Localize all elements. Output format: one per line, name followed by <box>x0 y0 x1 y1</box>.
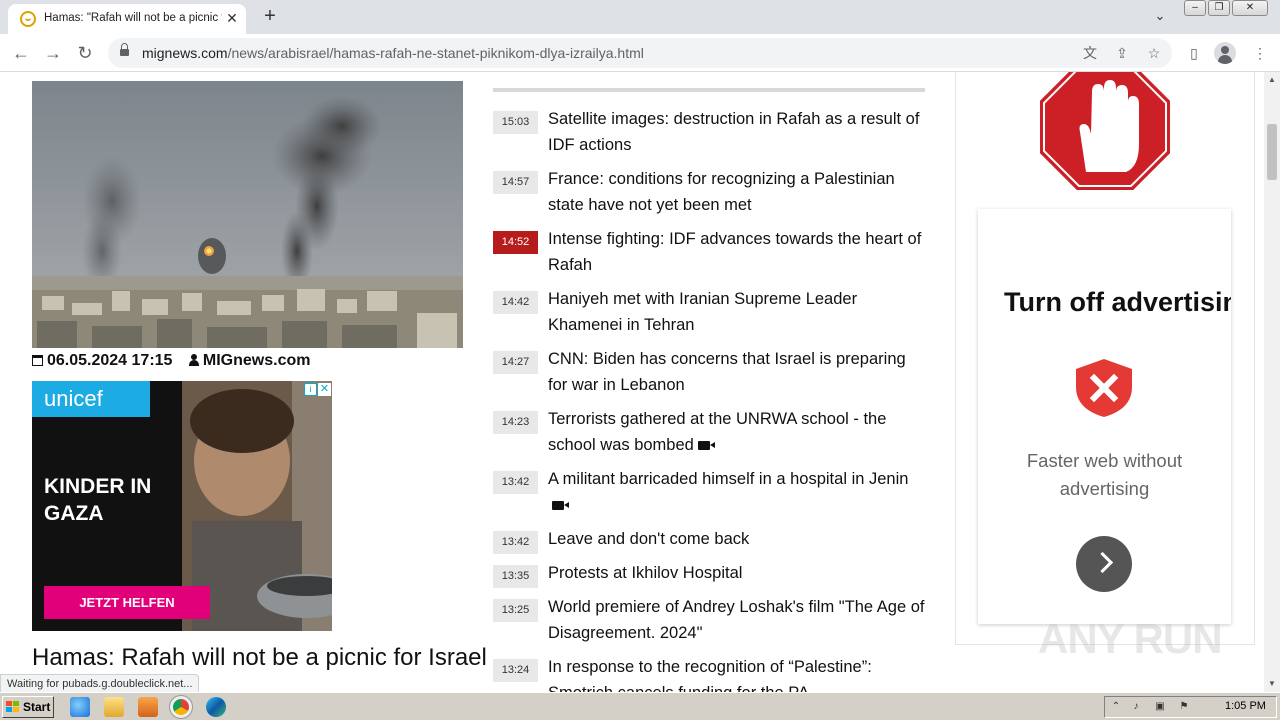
article-title: Hamas: Rafah will not be a picnic for Is… <box>32 644 487 671</box>
article-hero-photo[interactable] <box>32 81 463 348</box>
status-bubble: Waiting for pubads.g.doubleclick.net... <box>0 674 200 692</box>
taskbar-clock[interactable]: 1:05 PM <box>1225 700 1266 712</box>
media-player-icon[interactable] <box>138 697 158 717</box>
windows-flag-icon <box>6 701 20 713</box>
system-tray: ⌃ ♪ ▣ ⚑ 1:05 PM <box>1104 696 1277 718</box>
minimize-button[interactable]: – <box>1184 0 1206 16</box>
share-icon[interactable]: ⇪ <box>1112 43 1132 63</box>
start-button[interactable]: Start <box>2 696 54 718</box>
translate-icon[interactable]: 文 <box>1080 43 1100 63</box>
news-headline-link[interactable]: In response to the recognition of “Pales… <box>548 654 925 692</box>
lock-icon[interactable] <box>120 43 129 58</box>
tab-title: Hamas: "Rafah will not be a picnic fo <box>44 12 222 24</box>
news-time: 14:57 <box>493 171 538 194</box>
news-headline-link[interactable]: Haniyeh met with Iranian Supreme Leader … <box>548 286 925 338</box>
browser-toolbar: ← → ↻ mignews.com/news/arabisrael/hamas-… <box>0 34 1280 72</box>
news-time: 13:42 <box>493 531 538 554</box>
calendar-icon <box>32 355 43 366</box>
scroll-up-arrow-icon[interactable]: ▲ <box>1264 72 1280 88</box>
news-item[interactable]: 13:24 In response to the recognition of … <box>493 654 925 692</box>
news-time-hot: 14:52 <box>493 231 538 254</box>
news-time: 14:27 <box>493 351 538 374</box>
adblock-title: Turn off advertisin <box>1004 287 1231 317</box>
ad-headline: KINDER IN GAZA <box>44 475 152 525</box>
taskbar: Start ⌃ ♪ ▣ ⚑ 1:05 PM <box>0 692 1280 720</box>
site-favicon-icon <box>20 11 36 27</box>
video-icon <box>697 441 715 450</box>
news-time: 13:42 <box>493 471 538 494</box>
bookmark-star-icon[interactable]: ☆ <box>1144 43 1164 63</box>
tray-expand-icon[interactable]: ⌃ <box>1109 701 1123 713</box>
news-time: 13:24 <box>493 659 538 682</box>
article-date: 06.05.2024 17:15 <box>47 352 173 369</box>
adblock-prompt-card: Turn off advertisin Faster web without a… <box>978 209 1231 624</box>
news-feed-divider <box>493 88 925 92</box>
anyrun-watermark: ANY RUN <box>1038 615 1223 662</box>
news-headline-link[interactable]: Intense fighting: IDF advances towards t… <box>548 226 925 278</box>
browser-tab[interactable]: Hamas: "Rafah will not be a picnic fo ✕ <box>8 4 246 34</box>
article-meta: 06.05.2024 17:15 MIGnews.com <box>32 352 310 370</box>
close-window-button[interactable]: ✕ <box>1232 0 1268 16</box>
news-time: 15:03 <box>493 111 538 134</box>
adblock-subtitle: Faster web without advertising <box>1026 450 1183 499</box>
stop-hand-icon <box>1038 72 1172 192</box>
scroll-down-arrow-icon[interactable]: ▼ <box>1264 676 1280 692</box>
news-time: 13:35 <box>493 565 538 588</box>
page-scrollbar[interactable]: ▲ ▼ <box>1264 72 1280 692</box>
folder-icon[interactable] <box>104 697 124 717</box>
article-author[interactable]: MIGnews.com <box>203 352 311 369</box>
news-headline-link[interactable]: Terrorists gathered at the UNRWA school … <box>548 406 925 458</box>
news-headline-link[interactable]: A militant barricaded himself in a hospi… <box>548 466 925 518</box>
news-time: 14:42 <box>493 291 538 314</box>
forward-arrow-icon[interactable]: → <box>40 40 66 66</box>
back-arrow-icon[interactable]: ← <box>8 40 34 66</box>
news-time: 13:25 <box>493 599 538 622</box>
news-headline-link[interactable]: World premiere of Andrey Loshak's film "… <box>548 594 925 646</box>
video-icon <box>552 501 569 510</box>
next-arrow-button[interactable] <box>1076 536 1132 592</box>
network-icon[interactable]: ▣ <box>1153 701 1167 713</box>
chrome-icon[interactable] <box>169 695 193 719</box>
action-center-flag-icon[interactable]: ⚑ <box>1177 701 1191 713</box>
news-headline-link[interactable]: Leave and don't come back <box>548 526 925 552</box>
unicef-logo: unicef <box>32 381 150 417</box>
scrollbar-thumb[interactable] <box>1267 124 1277 180</box>
news-headline-link[interactable]: France: conditions for recognizing a Pal… <box>548 166 925 218</box>
side-panel-icon[interactable]: ▯ <box>1184 43 1204 63</box>
news-headline-link[interactable]: Satellite images: destruction in Rafah a… <box>548 106 925 158</box>
news-time: 14:23 <box>493 411 538 434</box>
ad-close-icon[interactable]: ✕ <box>318 383 331 396</box>
tab-strip: Hamas: "Rafah will not be a picnic fo ✕ … <box>0 0 1280 34</box>
restore-button[interactable]: ❐ <box>1208 0 1230 16</box>
profile-avatar-icon[interactable] <box>1214 42 1236 64</box>
unicef-ad-banner[interactable]: unicef i ✕ KINDER IN GAZA JETZT HELFEN <box>32 381 332 631</box>
shield-x-icon <box>1076 359 1132 417</box>
news-headline-link[interactable]: Protests at Ikhilov Hospital <box>548 560 925 586</box>
volume-icon[interactable]: ♪ <box>1129 701 1143 713</box>
tab-search-chevron-icon[interactable]: ⌄ <box>1150 8 1170 26</box>
ie-icon[interactable] <box>70 697 90 717</box>
news-headline-link[interactable]: CNN: Biden has concerns that Israel is p… <box>548 346 925 398</box>
ad-cta-button[interactable]: JETZT HELFEN <box>44 586 210 619</box>
address-bar[interactable]: mignews.com/news/arabisrael/hamas-rafah-… <box>108 38 1172 68</box>
edge-icon[interactable] <box>206 697 226 717</box>
page-viewport: 06.05.2024 17:15 MIGnews.com unicef i ✕ … <box>0 72 1280 692</box>
url-text[interactable]: mignews.com/news/arabisrael/hamas-rafah-… <box>142 45 644 61</box>
menu-kebab-icon[interactable]: ⋮ <box>1250 43 1270 63</box>
ad-info-icon[interactable]: i <box>304 383 317 396</box>
tab-close-icon[interactable]: ✕ <box>224 10 240 26</box>
reload-icon[interactable]: ↻ <box>72 40 98 66</box>
author-icon <box>188 354 199 366</box>
new-tab-button[interactable]: + <box>258 5 282 29</box>
